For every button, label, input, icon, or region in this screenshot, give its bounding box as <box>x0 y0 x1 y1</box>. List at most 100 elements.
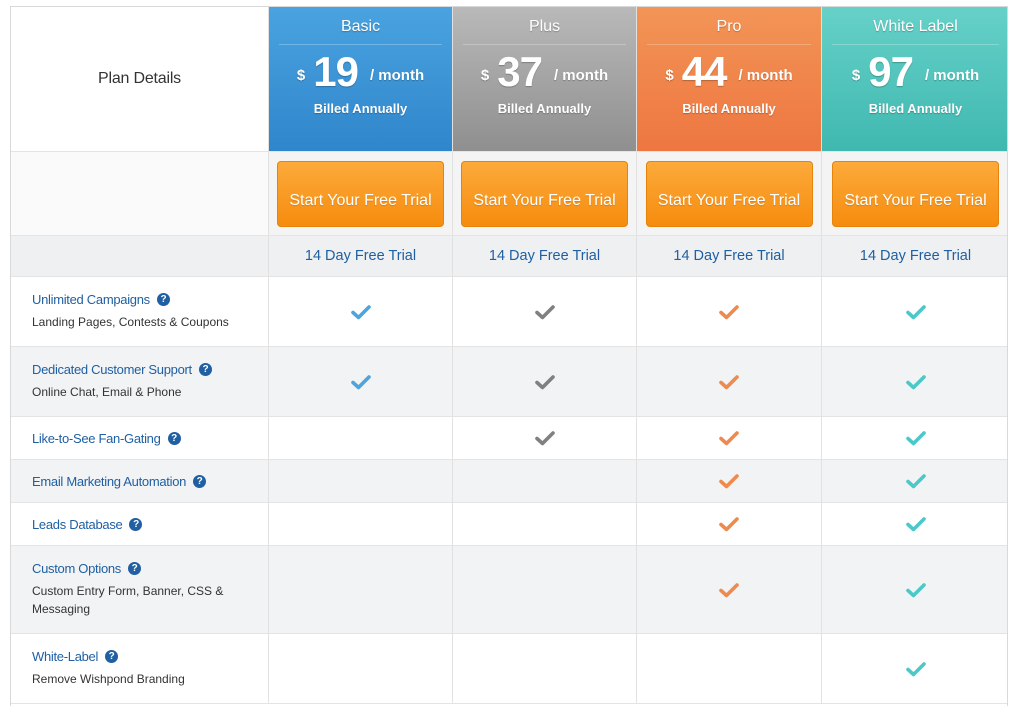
cta-cell: Start Your Free Trial <box>453 152 637 235</box>
trial-length-plus: 14 Day Free Trial <box>453 236 637 276</box>
checkmark-icon <box>905 661 926 676</box>
feature-title: White-Label? <box>32 649 268 664</box>
start-trial-button-white-label[interactable]: Start Your Free Trial <box>832 160 999 227</box>
feature-title-text: Dedicated Customer Support <box>32 362 192 377</box>
cta-cell: Start Your Free Trial <box>269 152 453 235</box>
checkmark-icon <box>905 582 926 597</box>
feature-row: Dedicated Customer Support? Online Chat, … <box>11 347 1007 417</box>
plan-name: Plus <box>463 7 626 45</box>
question-circle-icon[interactable]: ? <box>128 562 142 575</box>
plan-name: Basic <box>279 7 442 45</box>
checkmark-icon <box>905 304 926 319</box>
start-trial-button-plus[interactable]: Start Your Free Trial <box>461 160 628 227</box>
price-period: / month <box>738 66 793 84</box>
feature-title: Leads Database? <box>32 517 268 532</box>
feature-label-cell: Dedicated Customer Support? Online Chat, … <box>11 347 269 416</box>
price-currency: $ <box>480 66 490 84</box>
start-trial-button-pro[interactable]: Start Your Free Trial <box>645 160 813 227</box>
feature-title: Like-to-See Fan-Gating? <box>32 431 268 446</box>
plan-plus-header: Plus $ 37 / month Billed Annually <box>453 7 637 151</box>
billing-note: Billed Annually <box>682 101 776 116</box>
feature-subtitle: Online Chat, Email & Phone <box>32 385 182 399</box>
feature-title-text: White-Label <box>32 649 99 664</box>
feature-label-cell: Leads Database? <box>11 503 269 545</box>
feature-label-cell: Like-to-See Fan-Gating? <box>11 417 269 459</box>
billing-note: Billed Annually <box>497 101 592 116</box>
question-circle-icon[interactable]: ? <box>156 293 170 306</box>
checkmark-icon <box>350 374 371 389</box>
feature-cell-basic <box>269 546 453 633</box>
feature-cell-pro <box>637 417 822 459</box>
plan-price: $ 97 / month <box>822 48 1007 95</box>
feature-cell-plus <box>453 347 637 416</box>
start-trial-button-basic[interactable]: Start Your Free Trial <box>277 160 444 227</box>
feature-cell-white-label <box>822 417 1007 459</box>
checkmark-icon <box>905 474 926 489</box>
checkmark-icon <box>905 517 926 532</box>
feature-cell-white-label <box>822 347 1007 416</box>
price-currency: $ <box>665 66 674 84</box>
feature-row: Custom Options? Custom Entry Form, Banner… <box>11 546 1007 634</box>
checkmark-icon <box>350 304 371 319</box>
plan-basic-header: Basic $ 19 / month Billed Annually <box>269 7 453 151</box>
cta-row: Start Your Free Trial Start Your Free Tr… <box>11 152 1007 236</box>
feature-cell-pro <box>637 634 822 703</box>
checkmark-icon <box>534 374 555 389</box>
feature-label-cell: Custom Options? Custom Entry Form, Banner… <box>11 546 269 633</box>
price-period: / month <box>553 66 609 84</box>
feature-row: White-Label? Remove Wishpond Branding <box>11 634 1007 704</box>
feature-title-text: Like-to-See Fan-Gating <box>32 430 161 446</box>
feature-row: Leads Database? <box>11 503 1007 546</box>
empty-cell <box>11 152 269 235</box>
question-circle-icon[interactable]: ? <box>198 363 212 376</box>
feature-subtitle: Landing Pages, Contests & Coupons <box>32 315 229 329</box>
feature-cell-plus <box>453 503 637 545</box>
pricing-table: Plan Details Basic $ 19 / month Billed A… <box>10 6 1008 706</box>
question-circle-icon[interactable]: ? <box>193 474 207 488</box>
empty-cell <box>11 236 269 276</box>
question-circle-icon[interactable]: ? <box>167 431 181 445</box>
price-amount: 19 <box>313 48 359 95</box>
plan-white-label-header: White Label $ 97 / month Billed Annually <box>822 7 1007 151</box>
feature-cell-plus <box>453 634 637 703</box>
feature-label-cell: Unlimited Campaigns? Landing Pages, Conte… <box>11 277 269 346</box>
price-period: / month <box>924 66 980 84</box>
feature-cell-white-label <box>822 277 1007 346</box>
feature-row: Email Marketing Automation? <box>11 460 1007 503</box>
feature-cell-pro <box>637 546 822 633</box>
feature-subtitle: Remove Wishpond Branding <box>32 672 185 686</box>
plan-name: Pro <box>647 7 811 45</box>
plan-price: $ 37 / month <box>453 48 636 95</box>
feature-title: Email Marketing Automation? <box>32 474 268 489</box>
feature-title: Custom Options? <box>32 561 268 576</box>
feature-title-text: Custom Options <box>32 561 122 576</box>
plan-header-row: Plan Details Basic $ 19 / month Billed A… <box>11 7 1007 152</box>
price-period: / month <box>369 66 425 84</box>
feature-cell-basic <box>269 347 453 416</box>
feature-cell-white-label <box>822 460 1007 502</box>
feature-cell-basic <box>269 634 453 703</box>
price-amount: 37 <box>497 48 543 95</box>
trial-length-row: 14 Day Free Trial 14 Day Free Trial 14 D… <box>11 236 1007 277</box>
feature-cell-pro <box>637 347 822 416</box>
feature-cell-basic <box>269 503 453 545</box>
feature-subtitle: Custom Entry Form, Banner, CSS & Messagi… <box>32 584 224 616</box>
feature-cell-plus <box>453 460 637 502</box>
feature-label-cell: Email Marketing Automation? <box>11 460 269 502</box>
feature-cell-pro <box>637 277 822 346</box>
checkmark-icon <box>719 582 739 597</box>
question-circle-icon[interactable]: ? <box>105 650 119 663</box>
feature-cell-plus <box>453 417 637 459</box>
feature-title: Unlimited Campaigns? <box>32 292 268 307</box>
feature-cell-white-label <box>822 546 1007 633</box>
feature-cell-pro <box>637 503 822 545</box>
feature-cell-basic <box>269 277 453 346</box>
plan-pro-header: Pro $ 44 / month Billed Annually <box>637 7 822 151</box>
question-circle-icon[interactable]: ? <box>129 517 143 531</box>
billing-note: Billed Annually <box>868 101 963 116</box>
cta-cell: Start Your Free Trial <box>822 152 1007 235</box>
feature-cell-basic <box>269 417 453 459</box>
feature-cell-plus <box>453 546 637 633</box>
plan-name: White Label <box>832 7 999 45</box>
trial-length-white-label: 14 Day Free Trial <box>859 248 972 264</box>
